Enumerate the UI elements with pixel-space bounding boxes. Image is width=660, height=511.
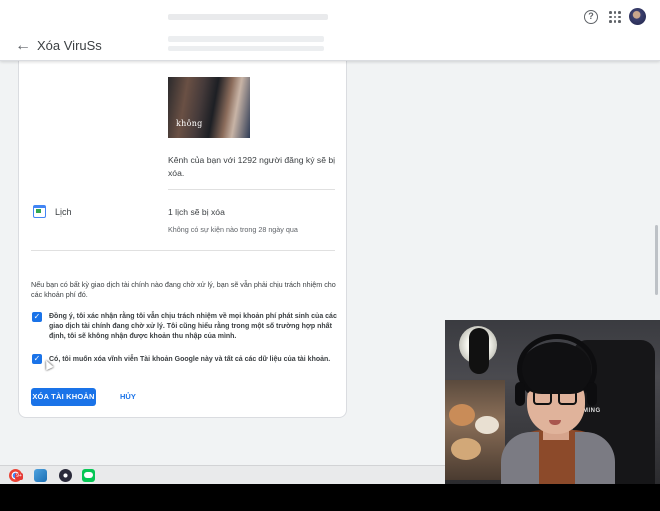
obs-icon[interactable] [59, 469, 72, 482]
calendar-activity-note: Không có sự kiện nào trong 28 ngày qua [168, 225, 298, 234]
help-icon[interactable]: ? [584, 10, 598, 24]
divider [31, 250, 335, 251]
faded-header-text [168, 46, 324, 51]
avatar[interactable] [629, 8, 646, 25]
cancel-button[interactable]: HỦY [120, 388, 140, 406]
agree-delete-checkbox[interactable]: ✓ [32, 354, 42, 364]
page-scrollbar[interactable] [655, 225, 658, 295]
webcam-overlay: MING [445, 320, 660, 484]
glasses [533, 390, 552, 405]
calendar-deletion-count: 1 lịch sẽ bị xóa [168, 207, 225, 217]
headset-earcup [587, 382, 597, 406]
file-explorer-icon[interactable] [34, 469, 47, 482]
glasses [558, 390, 577, 405]
page-title: Xóa ViruSs [37, 38, 102, 53]
plush-toy [449, 404, 475, 426]
microphone [469, 328, 489, 374]
delete-account-card: không Kênh của bạn với 1292 người đăng k… [18, 40, 347, 418]
taskbar [0, 465, 445, 484]
line-app-icon[interactable] [82, 469, 95, 482]
thumbnail-caption: không [176, 119, 203, 128]
plush-toy [451, 438, 481, 460]
agree-delete-label[interactable]: Có, tôi muốn xóa vĩnh viễn Tài khoản Goo… [49, 355, 339, 365]
plush-toy [475, 416, 499, 434]
agree-financial-checkbox[interactable]: ✓ [32, 312, 42, 322]
faded-header-text [168, 14, 328, 20]
headset-earcup [515, 382, 525, 406]
channel-thumbnail: không [168, 77, 250, 138]
calendar-icon [33, 205, 46, 218]
headset [517, 334, 597, 404]
financial-warning: Nếu bạn có bất kỳ giao dịch tài chính nà… [31, 280, 336, 299]
apps-grid-icon[interactable] [609, 11, 621, 23]
notification-badge: 9+ [15, 473, 23, 480]
divider [168, 189, 335, 190]
app-header: ← Xóa ViruSs ? [0, 0, 660, 61]
channel-deletion-text: Kênh của bạn với 1292 người đăng ký sẽ b… [168, 155, 336, 178]
browser-page: ← Xóa ViruSs ? không Kênh của bạn với 12… [0, 0, 660, 484]
calendar-label: Lịch [55, 207, 72, 217]
agree-financial-label[interactable]: Đồng ý, tôi xác nhận rằng tôi vẫn chịu t… [49, 312, 339, 342]
faded-header-text [168, 36, 324, 42]
arrow-back-icon[interactable]: ← [14, 37, 32, 55]
chair-logo: MING [583, 408, 601, 414]
delete-account-button[interactable]: XÓA TÀI KHOẢN [31, 388, 96, 406]
